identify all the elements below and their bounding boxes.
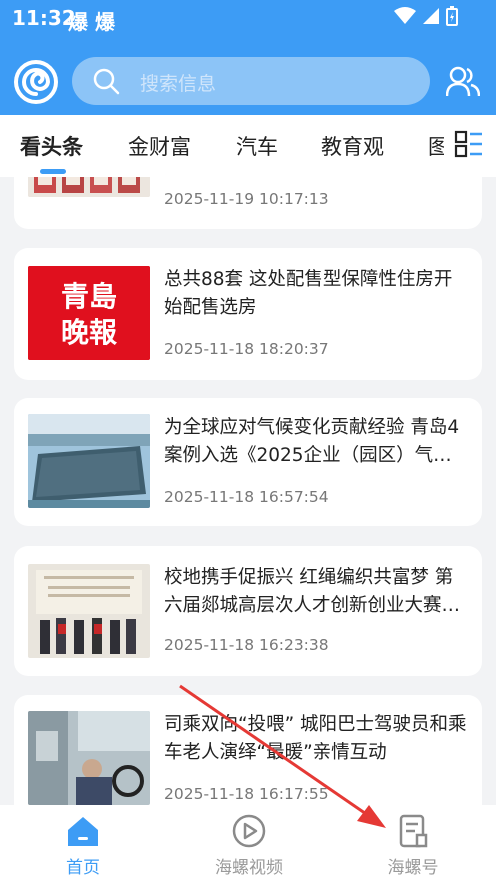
news-time: 2025-11-18 18:20:37 bbox=[164, 340, 329, 358]
bottom-navigation: 首页 海螺视频 海螺号 bbox=[0, 805, 496, 882]
home-icon bbox=[68, 817, 98, 846]
signal-icon bbox=[423, 8, 439, 24]
channel-list-icon bbox=[454, 130, 482, 158]
app-logo-icon[interactable] bbox=[14, 60, 58, 104]
news-title: 校地携手促振兴 红绳编织共富梦 第六届郯城高层次人才创新创业大赛… bbox=[164, 567, 461, 616]
channel-menu-button[interactable] bbox=[444, 115, 496, 177]
status-time: 11:32 bbox=[12, 6, 76, 30]
tab-auto[interactable]: 汽车 bbox=[236, 131, 278, 161]
nav-video-label: 海螺视频 bbox=[215, 858, 283, 878]
nav-hailuo-account-label: 海螺号 bbox=[387, 858, 439, 878]
news-list: 2025-11-19 10:17:13 青島 晚報 总共88套 这处配售型保障性… bbox=[0, 177, 496, 805]
users-icon[interactable] bbox=[446, 64, 480, 98]
tab-headlines[interactable]: 看头条 bbox=[20, 131, 83, 161]
nav-home[interactable]: 首页 bbox=[13, 805, 153, 882]
list-item[interactable]: 2025-11-19 10:17:13 bbox=[14, 177, 482, 229]
search-input[interactable]: 搜索信息 bbox=[72, 57, 430, 105]
nav-video[interactable]: 海螺视频 bbox=[179, 805, 319, 882]
tab-education[interactable]: 教育观 bbox=[321, 131, 384, 161]
category-tabs: 看头条 金财富 汽车 教育观 图 bbox=[0, 115, 496, 177]
status-icons bbox=[394, 6, 458, 26]
app-header: 11:32 爆 爆 搜索信息 bbox=[0, 0, 496, 115]
list-item[interactable]: 校地携手促振兴 红绳编织共富梦 第六届郯城高层次人才创新创业大赛… 2025-1… bbox=[14, 546, 482, 676]
active-tab-indicator bbox=[40, 169, 66, 174]
news-title: 司乘双向“投喂” 城阳巴士驾驶员和乘车老人演绎“最暖”亲情互动 bbox=[164, 714, 467, 763]
svg-text:青島: 青島 bbox=[61, 280, 117, 313]
news-title: 为全球应对气候变化贡献经验 青岛4案例入选《2025企业（园区）气… bbox=[164, 417, 460, 466]
list-item[interactable]: 司乘双向“投喂” 城阳巴士驾驶员和乘车老人演绎“最暖”亲情互动 2025-11-… bbox=[14, 695, 482, 805]
battery-icon bbox=[446, 6, 458, 26]
document-icon bbox=[399, 814, 428, 848]
news-thumbnail bbox=[28, 177, 150, 197]
news-thumbnail bbox=[28, 414, 150, 508]
list-item[interactable]: 青島 晚報 总共88套 这处配售型保障性住房开始配售选房 2025-11-18 … bbox=[14, 248, 482, 380]
status-bar: 11:32 爆 爆 bbox=[0, 0, 496, 36]
search-icon bbox=[93, 68, 120, 95]
news-time: 2025-11-19 10:17:13 bbox=[164, 190, 329, 208]
news-thumbnail bbox=[28, 711, 150, 805]
list-item[interactable]: 为全球应对气候变化贡献经验 青岛4案例入选《2025企业（园区）气… 2025-… bbox=[14, 398, 482, 526]
news-title: 总共88套 这处配售型保障性住房开始配售选房 bbox=[164, 269, 453, 318]
svg-text:晚報: 晚報 bbox=[61, 316, 118, 349]
video-icon bbox=[232, 814, 266, 848]
wifi-icon bbox=[394, 7, 416, 24]
tab-finance[interactable]: 金财富 bbox=[128, 131, 191, 161]
news-time: 2025-11-18 16:57:54 bbox=[164, 488, 329, 506]
news-thumbnail: 青島 晚報 bbox=[28, 266, 150, 360]
status-notification-icons: 爆 爆 bbox=[68, 10, 115, 34]
news-thumbnail bbox=[28, 564, 150, 658]
news-time: 2025-11-18 16:23:38 bbox=[164, 636, 329, 654]
nav-home-label: 首页 bbox=[66, 858, 100, 878]
search-placeholder: 搜索信息 bbox=[140, 73, 217, 95]
nav-hailuo-account[interactable]: 海螺号 bbox=[343, 805, 483, 882]
news-time: 2025-11-18 16:17:55 bbox=[164, 785, 329, 803]
